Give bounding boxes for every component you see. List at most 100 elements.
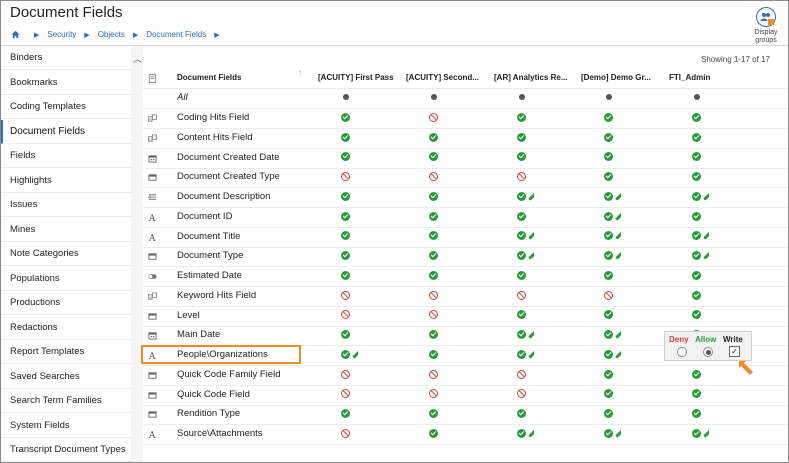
permission-cell[interactable]: [429, 148, 438, 168]
column-header-document-fields[interactable]: Document Fields: [177, 68, 241, 88]
field-name[interactable]: Estimated Date: [177, 266, 242, 286]
field-name[interactable]: Quick Code Family Field: [177, 365, 280, 385]
permission-cell[interactable]: [341, 306, 350, 326]
permission-cell[interactable]: [429, 128, 438, 148]
permission-cell[interactable]: [341, 128, 350, 148]
breadcrumb-document-fields[interactable]: Document Fields: [146, 30, 206, 39]
field-name[interactable]: Main Date: [177, 325, 220, 345]
permission-cell[interactable]: [341, 148, 350, 168]
sidebar-item[interactable]: Search Term Families: [1, 389, 131, 413]
permission-cell[interactable]: [692, 167, 701, 187]
permission-cell[interactable]: [604, 365, 613, 385]
breadcrumb-objects[interactable]: Objects: [98, 30, 125, 39]
allow-radio[interactable]: [703, 347, 713, 357]
permission-cell[interactable]: [517, 266, 526, 286]
permission-cell[interactable]: [429, 345, 438, 365]
permission-cell[interactable]: [341, 167, 350, 187]
permission-cell[interactable]: [604, 187, 621, 207]
permission-cell[interactable]: [692, 404, 701, 424]
permission-cell[interactable]: [604, 424, 621, 444]
permission-cell[interactable]: [341, 207, 350, 227]
permission-cell[interactable]: [429, 306, 438, 326]
permission-cell[interactable]: [341, 227, 350, 247]
permission-cell[interactable]: [604, 325, 621, 345]
permission-cell[interactable]: [692, 286, 701, 306]
permission-cell[interactable]: [517, 207, 526, 227]
permission-cell[interactable]: [692, 306, 701, 326]
display-groups-button[interactable]: Display groups: [749, 7, 783, 45]
chevron-up-icon[interactable]: ︿: [133, 52, 142, 65]
write-checkbox[interactable]: ✓: [729, 346, 740, 357]
permission-cell[interactable]: [429, 187, 438, 207]
permission-cell[interactable]: [341, 325, 350, 345]
sidebar-item[interactable]: Document Fields: [1, 119, 131, 144]
field-name[interactable]: Document ID: [177, 207, 232, 227]
permission-cell[interactable]: [692, 128, 701, 148]
field-name[interactable]: Keyword Hits Field: [177, 286, 256, 306]
permission-cell[interactable]: [429, 246, 438, 266]
permission-cell[interactable]: [341, 246, 350, 266]
permission-cell[interactable]: [517, 365, 526, 385]
permission-cell[interactable]: [341, 108, 350, 128]
permission-cell[interactable]: [341, 365, 350, 385]
sidebar-item[interactable]: Report Templates: [1, 340, 131, 364]
column-header-group[interactable]: [ACUITY] Second...: [406, 68, 494, 88]
permission-cell[interactable]: [341, 424, 350, 444]
field-name[interactable]: Level: [177, 306, 200, 326]
permission-cell[interactable]: [429, 424, 438, 444]
permission-cell[interactable]: [341, 286, 350, 306]
permission-cell[interactable]: [604, 266, 613, 286]
sidebar-item[interactable]: Coding Templates: [1, 95, 131, 119]
permission-cell[interactable]: [429, 404, 438, 424]
permission-cell[interactable]: [517, 108, 526, 128]
permission-cell[interactable]: [517, 345, 534, 365]
deny-radio[interactable]: [677, 347, 687, 357]
field-name[interactable]: Rendition Type: [177, 404, 240, 424]
permission-cell[interactable]: [604, 128, 613, 148]
permission-cell[interactable]: [604, 167, 613, 187]
sidebar-scrollbar[interactable]: ︿: [131, 46, 143, 462]
permission-cell[interactable]: [692, 148, 701, 168]
permission-cell[interactable]: [341, 404, 350, 424]
permission-cell[interactable]: [604, 404, 613, 424]
all-toggle-dot[interactable]: [519, 88, 525, 108]
permission-cell[interactable]: [517, 424, 534, 444]
field-name[interactable]: Quick Code Field: [177, 385, 250, 405]
field-name[interactable]: Document Title: [177, 227, 240, 247]
field-name[interactable]: Document Type: [177, 246, 243, 266]
field-name[interactable]: Document Description: [177, 187, 270, 207]
sidebar-item[interactable]: Transcript Document Types: [1, 438, 131, 462]
sidebar-item[interactable]: System Fields: [1, 414, 131, 438]
field-name[interactable]: Document Created Type: [177, 167, 280, 187]
permission-cell[interactable]: [517, 385, 526, 405]
permission-cell[interactable]: [517, 325, 534, 345]
permission-cell[interactable]: [517, 246, 534, 266]
permission-cell[interactable]: [604, 148, 613, 168]
permission-cell[interactable]: [692, 227, 709, 247]
field-name[interactable]: Coding Hits Field: [177, 108, 249, 128]
permission-cell[interactable]: [341, 187, 350, 207]
sidebar-item[interactable]: Note Categories: [1, 242, 131, 266]
permission-cell[interactable]: [692, 266, 701, 286]
permission-cell[interactable]: [604, 385, 613, 405]
permission-cell[interactable]: [692, 365, 701, 385]
sidebar-item[interactable]: Issues: [1, 193, 131, 217]
column-header-group[interactable]: [Demo] Demo Gr...: [581, 68, 669, 88]
home-icon[interactable]: [11, 30, 20, 39]
sidebar-item[interactable]: Populations: [1, 267, 131, 291]
permission-cell[interactable]: [604, 286, 613, 306]
sidebar-item[interactable]: Mines: [1, 218, 131, 242]
permission-cell[interactable]: [341, 266, 350, 286]
permission-cell[interactable]: [604, 108, 613, 128]
column-header-group[interactable]: FTI_Admin: [669, 68, 757, 88]
permission-cell[interactable]: [517, 187, 534, 207]
column-header-group[interactable]: [AR] Analytics Re...: [494, 68, 582, 88]
permission-cell[interactable]: [604, 345, 621, 365]
permission-cell[interactable]: [604, 306, 613, 326]
permission-cell[interactable]: [517, 148, 526, 168]
permission-cell[interactable]: [341, 345, 358, 365]
permission-cell[interactable]: [692, 187, 709, 207]
breadcrumb-security[interactable]: Security: [47, 30, 76, 39]
permission-cell[interactable]: [429, 286, 438, 306]
permission-cell[interactable]: [429, 167, 438, 187]
